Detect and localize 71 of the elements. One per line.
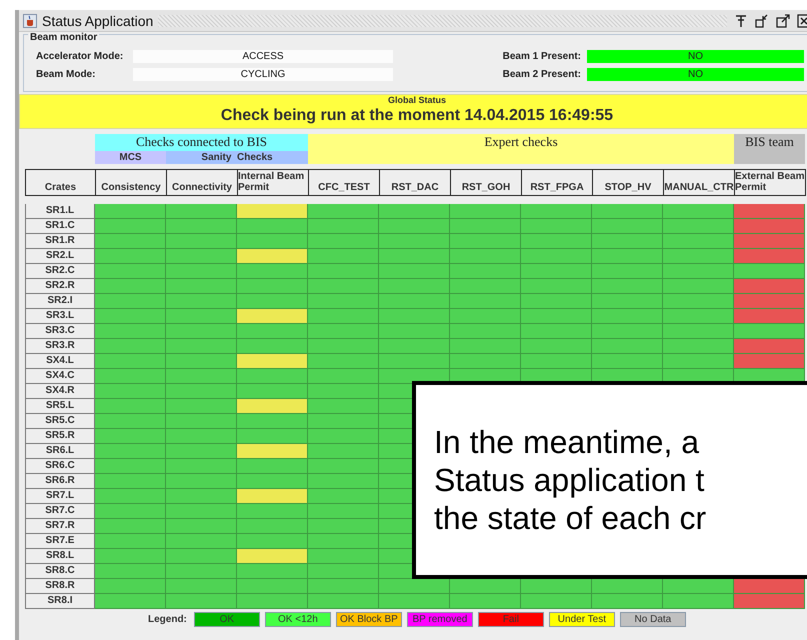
crate-cell: SR1.C: [25, 219, 95, 234]
legend-item: No Data: [620, 612, 686, 627]
crate-cell: SR2.C: [25, 264, 95, 279]
cup-icon: [23, 14, 37, 28]
crate-cell: SX4.C: [25, 369, 95, 384]
crate-cell: SR6.C: [25, 459, 95, 474]
column-header: Crates: [26, 170, 96, 195]
mode-field: ACCESS: [133, 50, 393, 62]
field-label: Beam 2 Present:: [502, 68, 582, 80]
beam-indicator: NO: [587, 50, 804, 62]
crate-cell: SR7.R: [25, 519, 95, 534]
panel-title: Beam monitor: [28, 32, 100, 43]
legend-item: BP removed: [406, 612, 473, 627]
status-message: Check being run at the moment 14.04.2015 16:49:55: [220, 106, 614, 126]
crate-cell: SR8.C: [25, 564, 95, 579]
column-header: Consistency: [96, 170, 167, 195]
crate-cell: SR7.E: [25, 534, 95, 549]
crate-cell: SR3.C: [25, 324, 95, 339]
panel-title: Global Status: [388, 95, 446, 106]
crate-cell: SR3.L: [25, 309, 95, 324]
crate-cell: SR6.R: [25, 474, 95, 489]
column-header: RST_GOH: [451, 170, 522, 195]
column-header: External Beam Permit: [735, 170, 806, 195]
callout-text: the state of each cr: [434, 499, 708, 537]
maximize-icon[interactable]: [776, 14, 790, 28]
crate-cell: SR2.L: [25, 249, 95, 264]
column-header: RST_FPGA: [522, 170, 593, 195]
crate-cell: SR2.I: [25, 294, 95, 309]
close-icon[interactable]: [797, 14, 807, 28]
column-header: MANUAL_CTR: [664, 170, 735, 195]
legend-label: Legend:: [148, 614, 187, 625]
minimize-icon[interactable]: [755, 14, 769, 28]
legend-item: Under Test: [548, 612, 615, 627]
crate-cell: SR1.L: [25, 204, 95, 219]
column-header: Connectivity: [167, 170, 238, 195]
field-label: Beam Mode:: [36, 68, 96, 80]
crate-cell: SR8.I: [25, 594, 95, 609]
beam-indicator: NO: [587, 68, 804, 80]
crate-cell: SR5.L: [25, 399, 95, 414]
subgroup-header: MCS: [95, 151, 166, 164]
crate-cell: SR5.C: [25, 414, 95, 429]
crate-cell: SR8.R: [25, 579, 95, 594]
subgroup-header: Sanity Checks: [166, 151, 308, 164]
group-header: Checks connected to BIS: [95, 134, 308, 151]
field-label: Accelerator Mode:: [36, 50, 124, 62]
field-label: Beam 1 Present:: [502, 50, 582, 62]
pin-icon[interactable]: [734, 14, 748, 28]
crate-cell: SR6.L: [25, 444, 95, 459]
crate-cell: SR2.R: [25, 279, 95, 294]
callout-text: Status application t: [434, 461, 706, 499]
column-header: RST_DAC: [380, 170, 451, 195]
column-header: STOP_HV: [593, 170, 664, 195]
mode-field: CYCLING: [133, 68, 393, 80]
crate-cell: SR3.R: [25, 339, 95, 354]
legend-item: OK <12h: [264, 612, 331, 627]
window-title: Status Application: [42, 12, 154, 28]
crate-cell: SR1.R: [25, 234, 95, 249]
column-header: CFC_TEST: [309, 170, 380, 195]
callout-text: In the meantime, a: [434, 423, 700, 461]
crate-cell: SR5.R: [25, 429, 95, 444]
crate-cell: SX4.R: [25, 384, 95, 399]
legend-item: OK: [194, 612, 260, 627]
crate-cell: SR7.L: [25, 489, 95, 504]
crate-cell: SR8.L: [25, 549, 95, 564]
legend-item: Fail: [478, 612, 544, 627]
group-header: BIS team: [734, 134, 805, 164]
crate-cell: SR7.C: [25, 504, 95, 519]
column-header: Internal Beam Permit: [238, 170, 309, 195]
legend-item: OK Block BP: [336, 612, 402, 627]
group-header: Expert checks: [308, 134, 734, 164]
crate-cell: SX4.L: [25, 354, 95, 369]
